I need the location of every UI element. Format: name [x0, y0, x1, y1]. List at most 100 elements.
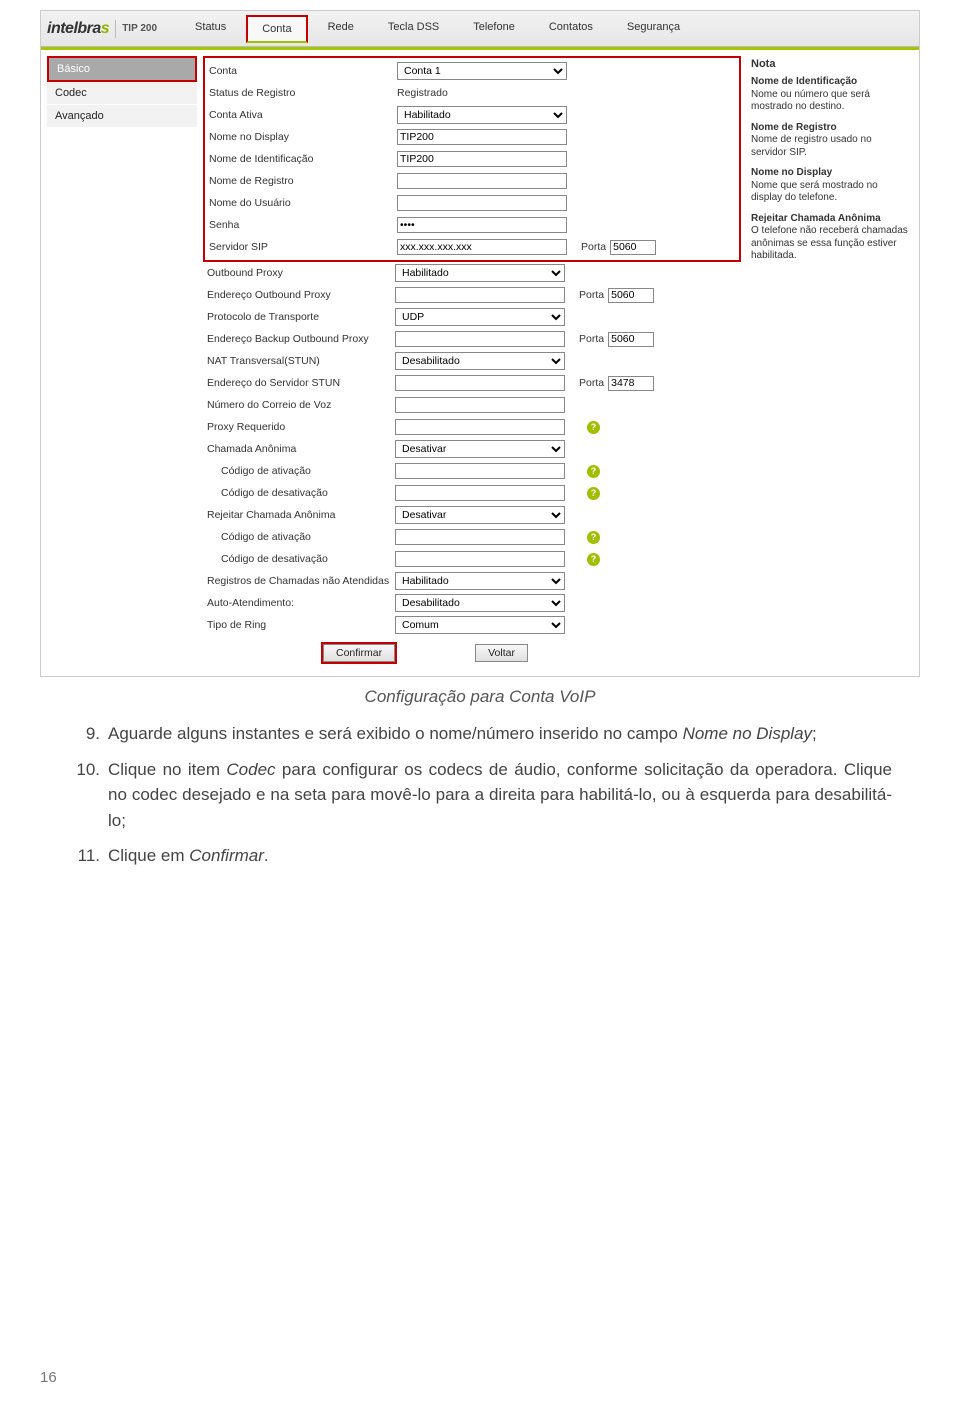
select-input[interactable]: Desativar: [395, 506, 565, 524]
field-control: Habilitado: [395, 264, 579, 282]
form-row: ContaConta 1: [205, 60, 739, 82]
tab-segurança[interactable]: Segurança: [613, 15, 694, 43]
porta-input[interactable]: [610, 240, 656, 255]
tab-telefone[interactable]: Telefone: [459, 15, 529, 43]
field-control: [395, 485, 579, 501]
field-control: Habilitado: [397, 106, 581, 124]
field-control: [397, 217, 581, 233]
select-input[interactable]: Desabilitado: [395, 352, 565, 370]
text-input[interactable]: [397, 239, 567, 255]
form-row: Código de desativação?: [203, 548, 741, 570]
porta-input[interactable]: [608, 288, 654, 303]
porta-label: Porta: [579, 333, 604, 345]
text-input[interactable]: [395, 287, 565, 303]
text-input[interactable]: [395, 551, 565, 567]
tab-contatos[interactable]: Contatos: [535, 15, 607, 43]
text-input[interactable]: [395, 463, 565, 479]
form-row: Senha: [205, 214, 739, 236]
form-panel: ContaConta 1Status de RegistroRegistrado…: [203, 56, 741, 662]
field-control: [395, 331, 579, 347]
text-input[interactable]: [395, 419, 565, 435]
text-input[interactable]: [397, 173, 567, 189]
field-label: Registros de Chamadas não Atendidas: [203, 575, 395, 587]
field-label: Senha: [205, 219, 397, 231]
sidebar: BásicoCodecAvançado: [47, 56, 197, 662]
field-label: Nome de Registro: [205, 175, 397, 187]
porta-input[interactable]: [608, 376, 654, 391]
field-label: Código de ativação: [203, 465, 395, 477]
field-label: Proxy Requerido: [203, 421, 395, 433]
text-input[interactable]: [395, 375, 565, 391]
sidebar-item-avançado[interactable]: Avançado: [47, 105, 197, 128]
text-input[interactable]: [395, 485, 565, 501]
field-extra: Porta: [579, 332, 654, 347]
field-control: [395, 375, 579, 391]
field-label: NAT Transversal(STUN): [203, 355, 395, 367]
field-control: [397, 239, 581, 255]
help-icon[interactable]: ?: [587, 553, 600, 566]
instruction-number: 9.: [68, 721, 100, 747]
field-control: Registrado: [397, 87, 581, 99]
tab-rede[interactable]: Rede: [314, 15, 368, 43]
text-input[interactable]: [397, 151, 567, 167]
field-label: Nome do Usuário: [205, 197, 397, 209]
field-control: [397, 173, 581, 189]
select-input[interactable]: Comum: [395, 616, 565, 634]
field-label: Código de ativação: [203, 531, 395, 543]
form-row: Endereço Outbound ProxyPorta: [203, 284, 741, 306]
note-title: Rejeitar Chamada Anônima: [751, 213, 909, 226]
notes-panel: Nota Nome de IdentificaçãoNome ou número…: [747, 56, 913, 662]
form-row: Tipo de RingComum: [203, 614, 741, 636]
field-extra: Porta: [579, 288, 654, 303]
text-input[interactable]: [395, 529, 565, 545]
field-control: Habilitado: [395, 572, 579, 590]
tab-status[interactable]: Status: [181, 15, 240, 43]
select-input[interactable]: Conta 1: [397, 62, 567, 80]
button-row: Confirmar Voltar: [203, 636, 741, 662]
help-icon[interactable]: ?: [587, 421, 600, 434]
field-control: Desativar: [395, 440, 579, 458]
form-row: Código de desativação?: [203, 482, 741, 504]
select-input[interactable]: Habilitado: [395, 264, 565, 282]
instruction-number: 10.: [68, 757, 100, 783]
instruction-item: 10.Clique no item Codec para configurar …: [68, 757, 892, 834]
select-input[interactable]: Desabilitado: [395, 594, 565, 612]
tab-tecla dss[interactable]: Tecla DSS: [374, 15, 453, 43]
form-row: Endereço Backup Outbound ProxyPorta: [203, 328, 741, 350]
instruction-text: Clique em Confirmar.: [108, 846, 269, 865]
brand-logo: intelbras: [47, 20, 116, 38]
help-icon[interactable]: ?: [587, 465, 600, 478]
text-input[interactable]: [395, 397, 565, 413]
field-extra: ?: [579, 553, 600, 566]
highlight-box: ContaConta 1Status de RegistroRegistrado…: [203, 56, 741, 262]
sidebar-item-codec[interactable]: Codec: [47, 82, 197, 105]
text-input[interactable]: [397, 217, 567, 233]
back-button[interactable]: Voltar: [475, 644, 528, 662]
field-control: Comum: [395, 616, 579, 634]
form-row: Outbound ProxyHabilitado: [203, 262, 741, 284]
help-icon[interactable]: ?: [587, 487, 600, 500]
form-row: Servidor SIPPorta: [205, 236, 739, 258]
select-input[interactable]: Habilitado: [395, 572, 565, 590]
field-control: Desabilitado: [395, 594, 579, 612]
confirm-button[interactable]: Confirmar: [323, 644, 395, 662]
field-label: Rejeitar Chamada Anônima: [203, 509, 395, 521]
text-input[interactable]: [397, 195, 567, 211]
select-input[interactable]: Habilitado: [397, 106, 567, 124]
porta-label: Porta: [581, 241, 606, 253]
help-icon[interactable]: ?: [587, 531, 600, 544]
field-extra: ?: [579, 487, 600, 500]
select-input[interactable]: UDP: [395, 308, 565, 326]
form-row: Auto-Atendimento:Desabilitado: [203, 592, 741, 614]
form-row: NAT Transversal(STUN)Desabilitado: [203, 350, 741, 372]
select-input[interactable]: Desativar: [395, 440, 565, 458]
porta-input[interactable]: [608, 332, 654, 347]
text-input[interactable]: [395, 331, 565, 347]
form-row: Rejeitar Chamada AnônimaDesativar: [203, 504, 741, 526]
sidebar-item-básico[interactable]: Básico: [47, 56, 197, 82]
note-title: Nome no Display: [751, 167, 909, 180]
text-input[interactable]: [397, 129, 567, 145]
tab-conta[interactable]: Conta: [246, 15, 307, 43]
page-number: 16: [40, 1369, 57, 1386]
form-row: Endereço do Servidor STUNPorta: [203, 372, 741, 394]
